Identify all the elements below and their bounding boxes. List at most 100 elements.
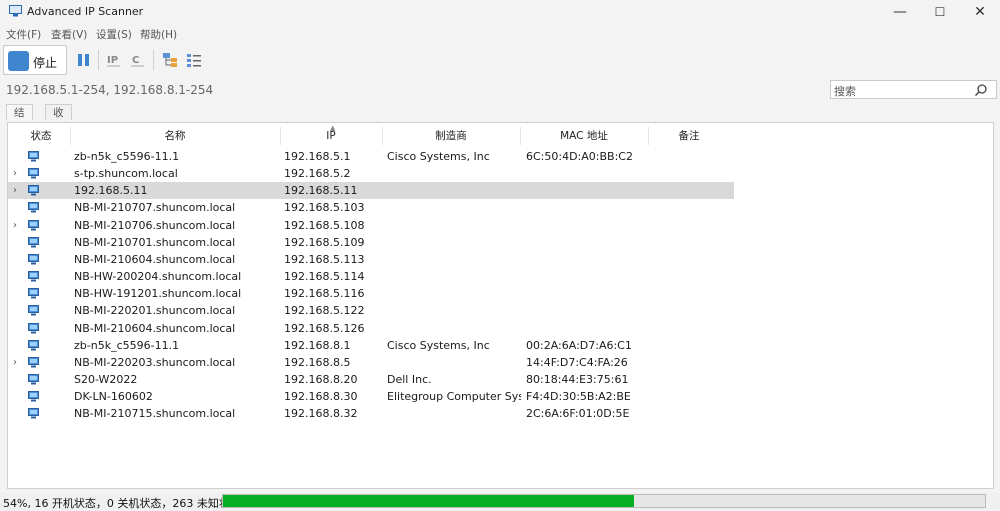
computer-online-icon: [28, 305, 39, 316]
table-row[interactable]: › NB-MI-220203.shuncom.local 192.168.8.5 14…: [8, 354, 734, 371]
row-mac: 6C:50:4D:A0:BB:C2: [526, 150, 633, 163]
computer-online-icon: [28, 391, 39, 402]
table-header: 状态 名称 ▲ IP 制造商 MAC 地址 备注: [8, 124, 993, 145]
search-icon[interactable]: [974, 83, 988, 97]
menu-file[interactable]: 文件(F): [6, 27, 41, 42]
expand-chevron-icon[interactable]: ›: [13, 354, 17, 371]
table-row[interactable]: › s-tp.shuncom.local 192.168.5.2: [8, 165, 734, 182]
row-mac: 80:18:44:E3:75:61: [526, 372, 629, 386]
row-name: 192.168.5.11: [74, 184, 148, 198]
table-row[interactable]: › 192.168.5.11 192.168.5.11: [8, 182, 734, 200]
table-row[interactable]: NB-HW-200204.shuncom.local 192.168.5.114: [8, 268, 734, 285]
table-row[interactable]: zb-n5k_c5596-11.1 192.168.8.1 Cisco System…: [8, 337, 734, 354]
row-manufacturer: Dell Inc.: [387, 372, 432, 386]
computer-online-icon: [28, 339, 39, 351]
computer-online-icon: [28, 219, 39, 231]
scan-progress-fill: [223, 495, 635, 507]
computer-online-icon: [28, 271, 39, 282]
row-name: NB-MI-210604.shuncom.local: [74, 252, 236, 266]
search-input[interactable]: 搜索: [830, 80, 997, 99]
toolbar: 停止 IP C: [0, 44, 1000, 76]
stop-icon: [8, 51, 29, 71]
column-mac[interactable]: MAC 地址: [520, 127, 648, 145]
computer-online-icon: [28, 373, 39, 385]
minimize-button[interactable]: —: [880, 0, 920, 24]
row-name: zb-n5k_c5596-11.1: [74, 150, 180, 163]
row-manufacturer: Cisco Systems, Inc: [387, 150, 490, 163]
ip-class-icon[interactable]: IP: [106, 52, 122, 68]
maximize-button[interactable]: ☐: [920, 0, 960, 24]
search-placeholder: 搜索: [834, 85, 856, 98]
computer-online-icon: [28, 185, 39, 196]
subnet-class-icon[interactable]: C: [130, 52, 146, 68]
table-row[interactable]: NB-MI-210715.shuncom.local 192.168.8.32 2C…: [8, 405, 734, 422]
menu-settings[interactable]: 设置(S): [96, 27, 132, 42]
row-ip: 192.168.8.5: [284, 355, 351, 369]
expand-chevron-icon[interactable]: ›: [13, 165, 17, 182]
table-row[interactable]: NB-MI-210604.shuncom.local 192.168.5.113: [8, 251, 734, 268]
tab-favorites[interactable]: 收藏夹: [45, 104, 72, 151]
stop-button[interactable]: 停止: [3, 45, 67, 75]
table-row[interactable]: › NB-MI-210706.shuncom.local 192.168.5.108: [8, 217, 734, 234]
column-ip[interactable]: IP: [280, 127, 382, 145]
row-ip: 192.168.8.1: [284, 338, 351, 352]
row-name: NB-HW-200204.shuncom.local: [74, 270, 242, 284]
row-ip: 192.168.8.32: [284, 407, 358, 421]
row-name: NB-MI-210707.shuncom.local: [74, 201, 236, 215]
row-manufacturer: Cisco Systems, Inc: [387, 338, 490, 352]
row-mac: 00:2A:6A:D7:A6:C1: [526, 338, 632, 352]
row-name: NB-MI-210706.shuncom.local: [74, 218, 236, 232]
row-name: NB-MI-210604.shuncom.local: [74, 321, 236, 335]
scan-progress-bar: [222, 494, 986, 508]
computer-online-icon: [28, 168, 39, 179]
row-mac: 2C:6A:6F:01:0D:5E: [526, 407, 630, 421]
network-tree-icon[interactable]: [162, 52, 178, 68]
details-list-icon[interactable]: [186, 52, 202, 68]
ip-range-input[interactable]: 192.168.5.1-254, 192.168.8.1-254: [6, 83, 213, 97]
table-row[interactable]: NB-HW-191201.shuncom.local 192.168.5.116: [8, 285, 734, 302]
table-row[interactable]: NB-MI-210604.shuncom.local 192.168.5.126: [8, 320, 734, 337]
computer-online-icon: [28, 253, 39, 265]
table-row[interactable]: NB-MI-210701.shuncom.local 192.168.5.109: [8, 234, 734, 251]
row-mac: F4:4D:30:5B:A2:BE: [526, 390, 631, 404]
computer-online-icon: [28, 236, 39, 248]
column-notes[interactable]: 备注: [648, 127, 730, 145]
row-name: NB-MI-220201.shuncom.local: [74, 304, 236, 318]
menu-help[interactable]: 帮助(H): [140, 27, 177, 42]
menu-bar: 文件(F) 查看(V) 设置(S) 帮助(H): [0, 26, 1000, 42]
row-name: NB-MI-220203.shuncom.local: [74, 355, 236, 369]
row-ip: 192.168.5.116: [284, 287, 365, 301]
tab-results[interactable]: 结果: [6, 104, 33, 135]
row-name: NB-MI-210701.shuncom.local: [74, 235, 236, 249]
computer-online-icon: [28, 202, 39, 213]
close-button[interactable]: ✕: [960, 0, 1000, 24]
row-ip: 192.168.8.30: [284, 390, 358, 404]
menu-view[interactable]: 查看(V): [51, 27, 87, 42]
computer-online-icon: [28, 408, 39, 419]
row-mac: 14:4F:D7:C4:FA:26: [526, 355, 628, 369]
column-manufacturer[interactable]: 制造商: [382, 127, 520, 145]
table-row[interactable]: NB-MI-210707.shuncom.local 192.168.5.103: [8, 199, 734, 216]
table-row[interactable]: S20-W2022 192.168.8.20 Dell Inc. 80:18:44:E…: [8, 371, 734, 388]
row-ip: 192.168.5.109: [284, 235, 365, 249]
table-row[interactable]: DK-LN-160602 192.168.8.30 Elitegroup Compu…: [8, 388, 734, 405]
row-name: S20-W2022: [74, 372, 138, 386]
column-status[interactable]: 状态: [22, 127, 60, 145]
pause-icon[interactable]: [76, 52, 92, 68]
table-row[interactable]: NB-MI-220201.shuncom.local 192.168.5.122: [8, 302, 734, 319]
row-ip: 192.168.5.1: [284, 150, 351, 163]
expand-chevron-icon[interactable]: ›: [13, 217, 17, 234]
app-icon: [9, 5, 22, 17]
expand-chevron-icon[interactable]: ›: [13, 182, 17, 199]
computer-online-icon: [28, 288, 39, 299]
computer-online-icon: [28, 356, 39, 368]
stop-button-label: 停止: [33, 56, 58, 70]
toolbar-separator: [153, 50, 154, 70]
row-name: s-tp.shuncom.local: [74, 167, 178, 181]
row-name: NB-MI-210715.shuncom.local: [74, 407, 236, 421]
row-ip: 192.168.5.103: [284, 201, 365, 215]
row-ip: 192.168.5.2: [284, 167, 351, 181]
title-bar: Advanced IP Scanner — ☐ ✕: [0, 0, 1000, 24]
table-row[interactable]: zb-n5k_c5596-11.1 192.168.5.1 Cisco System…: [8, 148, 734, 165]
column-name[interactable]: 名称: [70, 127, 280, 145]
